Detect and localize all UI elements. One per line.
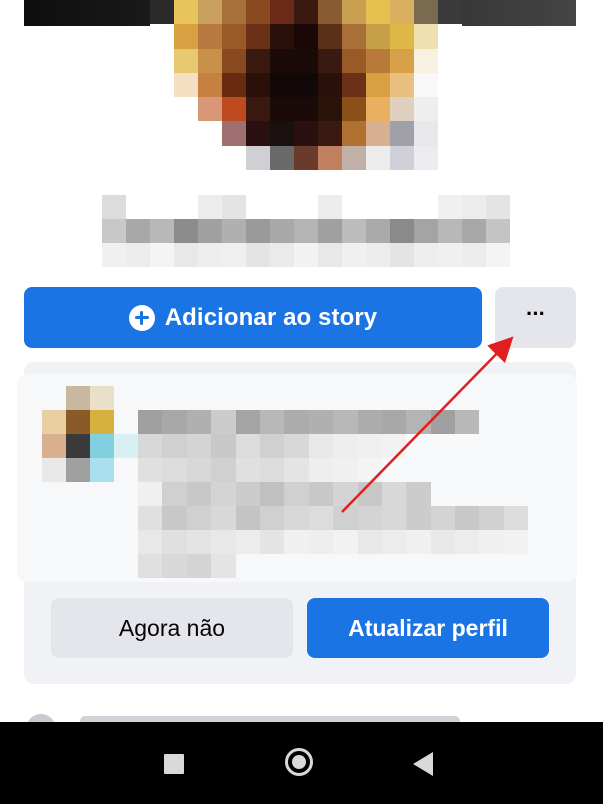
not-now-label: Agora não bbox=[118, 614, 226, 641]
plus-circle-icon bbox=[128, 304, 155, 331]
more-options-button[interactable]: ··· bbox=[495, 287, 576, 348]
profile-screen: Adicionar ao story ··· Agora não Atualiz… bbox=[0, 0, 603, 804]
update-profile-label: Atualizar perfil bbox=[348, 614, 508, 641]
profile-name-pixelated bbox=[102, 195, 510, 267]
add-to-story-button[interactable]: Adicionar ao story bbox=[24, 287, 482, 348]
add-to-story-label: Adicionar ao story bbox=[164, 303, 378, 331]
triangle-back-icon[interactable] bbox=[413, 752, 433, 776]
update-profile-button[interactable]: Atualizar perfil bbox=[307, 598, 549, 658]
card-text-pixelated bbox=[138, 410, 558, 578]
circle-icon[interactable] bbox=[285, 748, 313, 776]
card-avatar-pixelated bbox=[42, 386, 138, 482]
profile-picture-pixelated[interactable] bbox=[150, 0, 462, 171]
not-now-button[interactable]: Agora não bbox=[51, 598, 293, 658]
square-icon[interactable] bbox=[164, 754, 184, 774]
ellipsis-icon: ··· bbox=[526, 300, 546, 326]
